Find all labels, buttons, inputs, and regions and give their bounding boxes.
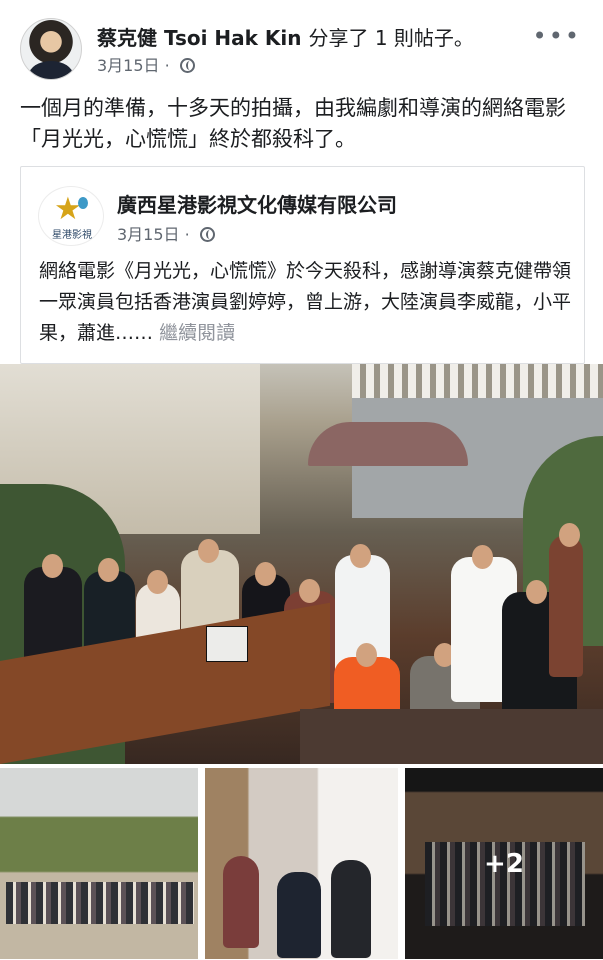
main-post-photo[interactable] bbox=[0, 364, 603, 764]
butterfly-icon bbox=[78, 197, 88, 209]
photo-fence bbox=[352, 364, 603, 398]
logo-text: 星港影視 bbox=[52, 230, 92, 241]
globe-icon bbox=[179, 58, 195, 73]
star-icon: ★ bbox=[54, 191, 82, 227]
thumbnail-photo-2[interactable] bbox=[205, 768, 398, 959]
shared-post-organization[interactable]: 廣西星港影視文化傳媒有限公司 bbox=[117, 189, 397, 218]
clapperboard bbox=[206, 626, 248, 662]
shared-post-text: 網絡電影《月光光，心慌慌》於今天殺科，感謝導演蔡克健帶領一眾演員包括香港演員劉婷… bbox=[39, 256, 579, 349]
avatar-shoulders bbox=[29, 61, 73, 79]
photo-floor bbox=[300, 709, 603, 764]
shared-post-meta: 3月15日 · bbox=[117, 221, 215, 245]
shared-post-body: 網絡電影《月光光，心慌慌》於今天殺科，感謝導演蔡克健帶領一眾演員包括香港演員劉婷… bbox=[39, 260, 572, 344]
shared-post-date[interactable]: 3月15日 · bbox=[117, 225, 195, 244]
post-date[interactable]: 3月15日 · bbox=[97, 56, 175, 75]
read-more-link[interactable]: 繼續閱讀 bbox=[159, 322, 235, 344]
share-action: 分享了 1 則帖子。 bbox=[308, 26, 474, 50]
thumbnail-photo-1[interactable] bbox=[0, 768, 198, 959]
photo-thumbnails: +2 bbox=[0, 768, 603, 960]
shared-post-card[interactable]: ★ 星港影視 廣西星港影視文化傳媒有限公司 3月15日 · 網絡電影《月光光，心… bbox=[20, 166, 585, 364]
post-meta: 3月15日 · bbox=[97, 52, 195, 76]
author-name[interactable]: 蔡克健 Tsoi Hak Kin bbox=[97, 26, 302, 50]
post-text: 一個月的準備，十多天的拍攝，由我編劇和導演的網絡電影「月光光，心慌慌」終於都殺科… bbox=[20, 96, 566, 151]
post-author: 蔡克健 Tsoi Hak Kin 分享了 1 則帖子。 bbox=[97, 22, 474, 51]
globe-icon bbox=[199, 227, 215, 242]
more-icon[interactable]: ••• bbox=[533, 22, 581, 50]
author-avatar[interactable] bbox=[20, 18, 82, 80]
more-photos-count[interactable]: +2 bbox=[405, 768, 603, 959]
star-logo[interactable]: ★ 星港影視 bbox=[38, 186, 104, 246]
